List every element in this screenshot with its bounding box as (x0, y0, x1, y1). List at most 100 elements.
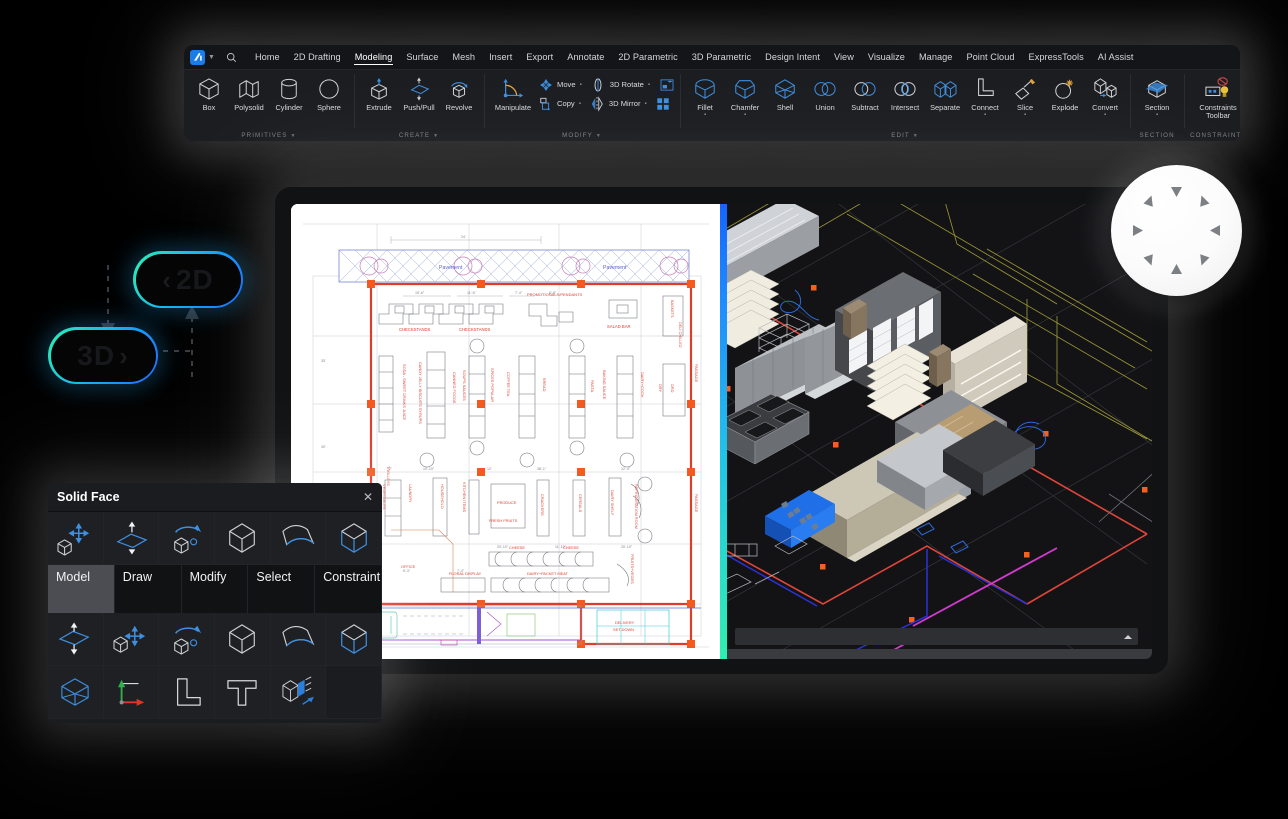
dropdown-dot-icon[interactable]: ▪ (580, 82, 582, 88)
tab-annotate[interactable]: Annotate (560, 48, 611, 66)
toggle-3d[interactable]: 3D › (48, 327, 158, 384)
tool-connect[interactable]: Connect ▪ (966, 74, 1004, 118)
tab-insert[interactable]: Insert (482, 48, 519, 66)
tab-point-cloud[interactable]: Point Cloud (959, 48, 1021, 66)
tool-polysolid[interactable]: Polysolid (230, 74, 268, 112)
tool-separate[interactable]: Separate (926, 74, 964, 112)
ribbon-group-label[interactable]: CONSTRAINTS ▼ (1190, 132, 1240, 141)
tool-offset-face[interactable] (103, 512, 160, 565)
ribbon-group-label[interactable]: PRIMITIVES ▼ (190, 132, 348, 141)
tool-extrude-face-2[interactable] (270, 613, 327, 666)
tab-home[interactable]: Home (248, 48, 287, 66)
tool-subtract[interactable]: Subtract (846, 74, 884, 112)
move-icon[interactable] (538, 77, 553, 92)
chevron-down-icon[interactable]: ▼ (433, 133, 439, 139)
tool-copy-face[interactable] (326, 512, 382, 565)
caret-up-icon[interactable] (1124, 634, 1132, 639)
tool-constraints-toolbar[interactable]: Constraints Toolbar (1190, 74, 1240, 120)
tool-angle-profile[interactable] (159, 666, 215, 719)
tab-constraint[interactable]: Constraint (315, 565, 382, 613)
tool-label[interactable]: 3D Mirror (609, 99, 641, 108)
dropdown-caret-icon[interactable]: ▪ (1024, 112, 1026, 118)
tool-taper-face-2[interactable] (215, 613, 271, 666)
tab-mesh[interactable]: Mesh (445, 48, 482, 66)
tool-move-face-2[interactable] (103, 613, 160, 666)
mirror-3d-icon[interactable] (590, 95, 605, 112)
tab-view[interactable]: View (827, 48, 861, 66)
dropdown-caret-icon[interactable]: ▪ (984, 112, 986, 118)
tool-convert[interactable]: Convert ▪ (1086, 74, 1124, 118)
tool-imprint[interactable] (48, 666, 104, 719)
view-split-divider[interactable] (720, 204, 727, 659)
tool-push-pull[interactable]: Push/Pull (400, 74, 438, 112)
tool-ucs-axis[interactable] (103, 666, 160, 719)
tab-expresstools[interactable]: ExpressTools (1022, 48, 1091, 66)
tool-intersect[interactable]: Intersect (886, 74, 924, 112)
tab-2d-drafting[interactable]: 2D Drafting (287, 48, 348, 66)
tool-manipulate[interactable]: Manipulate (490, 74, 536, 112)
tab-3d-parametric[interactable]: 3D Parametric (685, 48, 758, 66)
tab-draw[interactable]: Draw (114, 565, 182, 613)
tab-design-intent[interactable]: Design Intent (758, 48, 827, 66)
tab-visualize[interactable]: Visualize (861, 48, 912, 66)
tool-shell[interactable]: Shell (766, 74, 804, 112)
tool-revolve[interactable]: Revolve (440, 74, 478, 112)
tool-extrude[interactable]: Extrude (360, 74, 398, 112)
tool-label[interactable]: 3D Rotate (610, 80, 644, 89)
tool-tee-profile[interactable] (215, 666, 271, 719)
tool-cylinder[interactable]: Cylinder (270, 74, 308, 112)
ribbon-group-label[interactable]: CREATE ▼ (360, 132, 478, 141)
tool-offset-face-2[interactable] (48, 613, 104, 666)
tool-separate-solids[interactable] (270, 666, 327, 719)
tool-sphere[interactable]: Sphere (310, 74, 348, 112)
tab-select[interactable]: Select (248, 565, 316, 613)
align-icon[interactable] (659, 77, 674, 92)
command-bar[interactable] (735, 628, 1138, 645)
autodesk-a-icon[interactable] (190, 49, 205, 65)
tab-surface[interactable]: Surface (399, 48, 445, 66)
navigation-wheel[interactable] (1111, 165, 1242, 296)
tool-slice[interactable]: Slice ▪ (1006, 74, 1044, 118)
tab-ai-assist[interactable]: AI Assist (1091, 48, 1141, 66)
tool-extrude-face[interactable] (270, 512, 327, 565)
tool-chamfer[interactable]: Chamfer ▪ (726, 74, 764, 118)
chevron-down-icon[interactable]: ▼ (208, 54, 215, 61)
tool-box[interactable]: Box (190, 74, 228, 112)
ribbon-group-label[interactable]: EDIT ▼ (686, 132, 1124, 141)
tool-fillet[interactable]: Fillet ▪ (686, 74, 724, 118)
toggle-2d[interactable]: ‹ 2D (133, 251, 243, 308)
chevron-down-icon[interactable]: ▼ (913, 133, 919, 139)
dropdown-dot-icon[interactable]: ▪ (579, 101, 581, 107)
tab-manage[interactable]: Manage (912, 48, 960, 66)
copy-icon[interactable] (538, 96, 553, 111)
tool-union[interactable]: Union (806, 74, 844, 112)
dropdown-caret-icon[interactable]: ▪ (704, 112, 706, 118)
rotate-3d-icon[interactable] (591, 77, 606, 92)
dropdown-caret-icon[interactable]: ▪ (1104, 112, 1106, 118)
tab-2d-parametric[interactable]: 2D Parametric (611, 48, 684, 66)
tool-label[interactable]: Copy (557, 99, 575, 108)
tool-rotate-face[interactable] (159, 512, 215, 565)
tab-modify[interactable]: Modify (181, 565, 249, 613)
ribbon-group-label[interactable]: SECTION (1136, 132, 1178, 141)
tool-taper-face[interactable] (215, 512, 271, 565)
tool-move-face[interactable] (48, 512, 104, 565)
tab-export[interactable]: Export (519, 48, 560, 66)
tool-explode[interactable]: Explode (1046, 74, 1084, 112)
tool-label[interactable]: Move (557, 80, 576, 89)
close-icon[interactable]: ✕ (363, 490, 373, 504)
dropdown-caret-icon[interactable]: ▪ (1156, 112, 1158, 118)
dropdown-dot-icon[interactable]: ▪ (645, 101, 647, 107)
dropdown-dot-icon[interactable]: ▪ (648, 82, 650, 88)
tool-section[interactable]: Section ▪ (1136, 74, 1178, 118)
chevron-down-icon[interactable]: ▼ (291, 133, 297, 139)
chevron-down-icon[interactable]: ▼ (596, 133, 602, 139)
search-icon[interactable] (226, 52, 237, 63)
panel-title-bar[interactable]: Solid Face ✕ (48, 483, 382, 512)
tab-modeling[interactable]: Modeling (348, 48, 400, 66)
dropdown-caret-icon[interactable]: ▪ (744, 112, 746, 118)
ribbon-group-label[interactable]: MODIFY ▼ (490, 132, 674, 141)
array-icon[interactable] (656, 96, 671, 111)
view-3d-model[interactable] (727, 204, 1152, 659)
tab-model[interactable]: Model (48, 565, 115, 613)
